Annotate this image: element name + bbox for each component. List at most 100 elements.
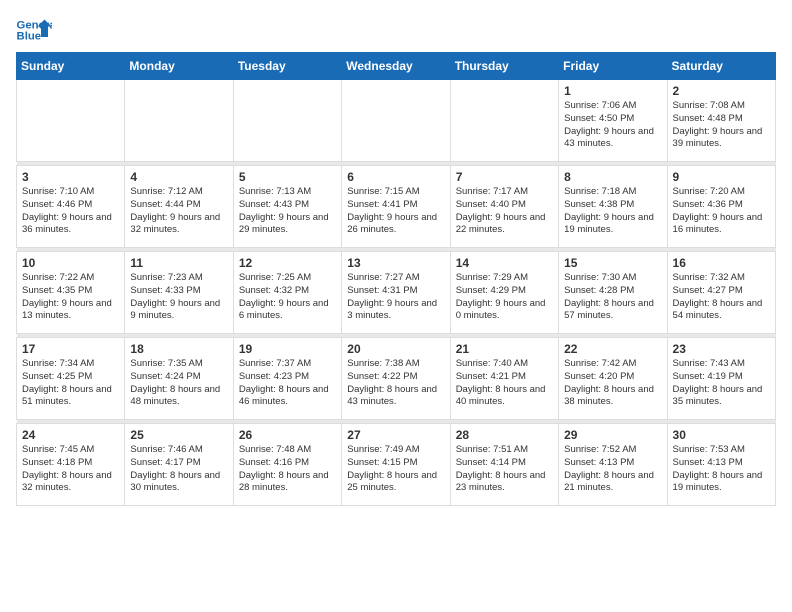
calendar-cell: 27 Sunrise: 7:49 AM Sunset: 4:15 PM Dayli… [342,424,450,506]
day-number: 9 [673,170,770,184]
day-info: Sunrise: 7:17 AM Sunset: 4:40 PM Dayligh… [456,186,553,237]
day-info: Sunrise: 7:38 AM Sunset: 4:22 PM Dayligh… [347,358,444,409]
weekday-header-saturday: Saturday [667,53,775,80]
logo: General Blue [16,16,52,44]
day-number: 11 [130,256,227,270]
calendar-cell: 15 Sunrise: 7:30 AM Sunset: 4:28 PM Dayli… [559,252,667,334]
day-info: Sunrise: 7:30 AM Sunset: 4:28 PM Dayligh… [564,272,661,323]
day-info: Sunrise: 7:53 AM Sunset: 4:13 PM Dayligh… [673,444,770,495]
weekday-header-sunday: Sunday [17,53,125,80]
day-info: Sunrise: 7:46 AM Sunset: 4:17 PM Dayligh… [130,444,227,495]
calendar-cell: 2Sunrise: 7:08 AM Sunset: 4:48 PM Daylig… [667,80,775,162]
day-number: 22 [564,342,661,356]
calendar-cell: 16 Sunrise: 7:32 AM Sunset: 4:27 PM Dayli… [667,252,775,334]
day-number: 4 [130,170,227,184]
calendar-cell: 10Sunrise: 7:22 AM Sunset: 4:35 PM Dayli… [17,252,125,334]
day-info: Sunrise: 7:49 AM Sunset: 4:15 PM Dayligh… [347,444,444,495]
day-info: Sunrise: 7:08 AM Sunset: 4:48 PM Dayligh… [673,100,770,151]
day-info: Sunrise: 7:43 AM Sunset: 4:19 PM Dayligh… [673,358,770,409]
calendar-week-row: 1Sunrise: 7:06 AM Sunset: 4:50 PM Daylig… [17,80,776,162]
day-number: 12 [239,256,336,270]
calendar-cell: 23Sunrise: 7:43 AM Sunset: 4:19 PM Dayli… [667,338,775,420]
logo-icon: General Blue [16,16,52,44]
calendar-cell: 3 Sunrise: 7:10 AM Sunset: 4:46 PM Daylig… [17,166,125,248]
calendar-cell: 6Sunrise: 7:15 AM Sunset: 4:41 PM Daylig… [342,166,450,248]
day-info: Sunrise: 7:18 AM Sunset: 4:38 PM Dayligh… [564,186,661,237]
calendar-cell: 4 Sunrise: 7:12 AM Sunset: 4:44 PM Daylig… [125,166,233,248]
day-info: Sunrise: 7:12 AM Sunset: 4:44 PM Dayligh… [130,186,227,237]
calendar-cell: 5 Sunrise: 7:13 AM Sunset: 4:43 PM Daylig… [233,166,341,248]
calendar-cell: 20 Sunrise: 7:38 AM Sunset: 4:22 PM Dayli… [342,338,450,420]
day-info: Sunrise: 7:52 AM Sunset: 4:13 PM Dayligh… [564,444,661,495]
calendar-cell: 22 Sunrise: 7:42 AM Sunset: 4:20 PM Dayli… [559,338,667,420]
day-number: 13 [347,256,444,270]
day-info: Sunrise: 7:51 AM Sunset: 4:14 PM Dayligh… [456,444,553,495]
day-info: Sunrise: 7:42 AM Sunset: 4:20 PM Dayligh… [564,358,661,409]
day-info: Sunrise: 7:22 AM Sunset: 4:35 PM Dayligh… [22,272,119,323]
day-number: 20 [347,342,444,356]
calendar-cell: 19 Sunrise: 7:37 AM Sunset: 4:23 PM Dayli… [233,338,341,420]
day-number: 15 [564,256,661,270]
day-number: 25 [130,428,227,442]
calendar-cell: 25 Sunrise: 7:46 AM Sunset: 4:17 PM Dayli… [125,424,233,506]
calendar-week-row: 17 Sunrise: 7:34 AM Sunset: 4:25 PM Dayli… [17,338,776,420]
day-info: Sunrise: 7:35 AM Sunset: 4:24 PM Dayligh… [130,358,227,409]
day-number: 16 [673,256,770,270]
day-number: 24 [22,428,119,442]
day-number: 28 [456,428,553,442]
calendar-cell: 1Sunrise: 7:06 AM Sunset: 4:50 PM Daylig… [559,80,667,162]
day-number: 21 [456,342,553,356]
day-info: Sunrise: 7:48 AM Sunset: 4:16 PM Dayligh… [239,444,336,495]
weekday-header-thursday: Thursday [450,53,558,80]
calendar-cell: 7 Sunrise: 7:17 AM Sunset: 4:40 PM Daylig… [450,166,558,248]
day-info: Sunrise: 7:37 AM Sunset: 4:23 PM Dayligh… [239,358,336,409]
calendar-cell [450,80,558,162]
day-info: Sunrise: 7:34 AM Sunset: 4:25 PM Dayligh… [22,358,119,409]
day-info: Sunrise: 7:23 AM Sunset: 4:33 PM Dayligh… [130,272,227,323]
day-number: 14 [456,256,553,270]
day-number: 7 [456,170,553,184]
weekday-header-wednesday: Wednesday [342,53,450,80]
day-number: 26 [239,428,336,442]
calendar-cell: 17 Sunrise: 7:34 AM Sunset: 4:25 PM Dayli… [17,338,125,420]
calendar-cell [342,80,450,162]
day-info: Sunrise: 7:13 AM Sunset: 4:43 PM Dayligh… [239,186,336,237]
calendar-cell: 12Sunrise: 7:25 AM Sunset: 4:32 PM Dayli… [233,252,341,334]
day-number: 5 [239,170,336,184]
day-info: Sunrise: 7:10 AM Sunset: 4:46 PM Dayligh… [22,186,119,237]
day-number: 17 [22,342,119,356]
calendar-week-row: 10Sunrise: 7:22 AM Sunset: 4:35 PM Dayli… [17,252,776,334]
weekday-header-friday: Friday [559,53,667,80]
day-number: 1 [564,84,661,98]
calendar-week-row: 24 Sunrise: 7:45 AM Sunset: 4:18 PM Dayli… [17,424,776,506]
calendar-cell: 29 Sunrise: 7:52 AM Sunset: 4:13 PM Dayli… [559,424,667,506]
calendar-week-row: 3 Sunrise: 7:10 AM Sunset: 4:46 PM Daylig… [17,166,776,248]
day-info: Sunrise: 7:45 AM Sunset: 4:18 PM Dayligh… [22,444,119,495]
day-number: 19 [239,342,336,356]
calendar-cell: 21Sunrise: 7:40 AM Sunset: 4:21 PM Dayli… [450,338,558,420]
svg-text:Blue: Blue [17,31,42,43]
weekday-header-monday: Monday [125,53,233,80]
day-number: 27 [347,428,444,442]
weekday-header-row: SundayMondayTuesdayWednesdayThursdayFrid… [17,53,776,80]
day-info: Sunrise: 7:32 AM Sunset: 4:27 PM Dayligh… [673,272,770,323]
calendar-cell: 13Sunrise: 7:27 AM Sunset: 4:31 PM Dayli… [342,252,450,334]
calendar-cell [17,80,125,162]
day-number: 6 [347,170,444,184]
calendar-cell: 18 Sunrise: 7:35 AM Sunset: 4:24 PM Dayli… [125,338,233,420]
calendar-cell: 8 Sunrise: 7:18 AM Sunset: 4:38 PM Daylig… [559,166,667,248]
calendar-cell: 28 Sunrise: 7:51 AM Sunset: 4:14 PM Dayli… [450,424,558,506]
calendar-cell: 24 Sunrise: 7:45 AM Sunset: 4:18 PM Dayli… [17,424,125,506]
day-number: 18 [130,342,227,356]
calendar-cell: 26 Sunrise: 7:48 AM Sunset: 4:16 PM Dayli… [233,424,341,506]
day-info: Sunrise: 7:29 AM Sunset: 4:29 PM Dayligh… [456,272,553,323]
calendar-cell: 11 Sunrise: 7:23 AM Sunset: 4:33 PM Dayli… [125,252,233,334]
day-number: 29 [564,428,661,442]
calendar-table: SundayMondayTuesdayWednesdayThursdayFrid… [16,52,776,506]
day-number: 30 [673,428,770,442]
weekday-header-tuesday: Tuesday [233,53,341,80]
day-number: 3 [22,170,119,184]
day-number: 8 [564,170,661,184]
calendar-cell: 30 Sunrise: 7:53 AM Sunset: 4:13 PM Dayli… [667,424,775,506]
page-header: General Blue [16,16,776,44]
